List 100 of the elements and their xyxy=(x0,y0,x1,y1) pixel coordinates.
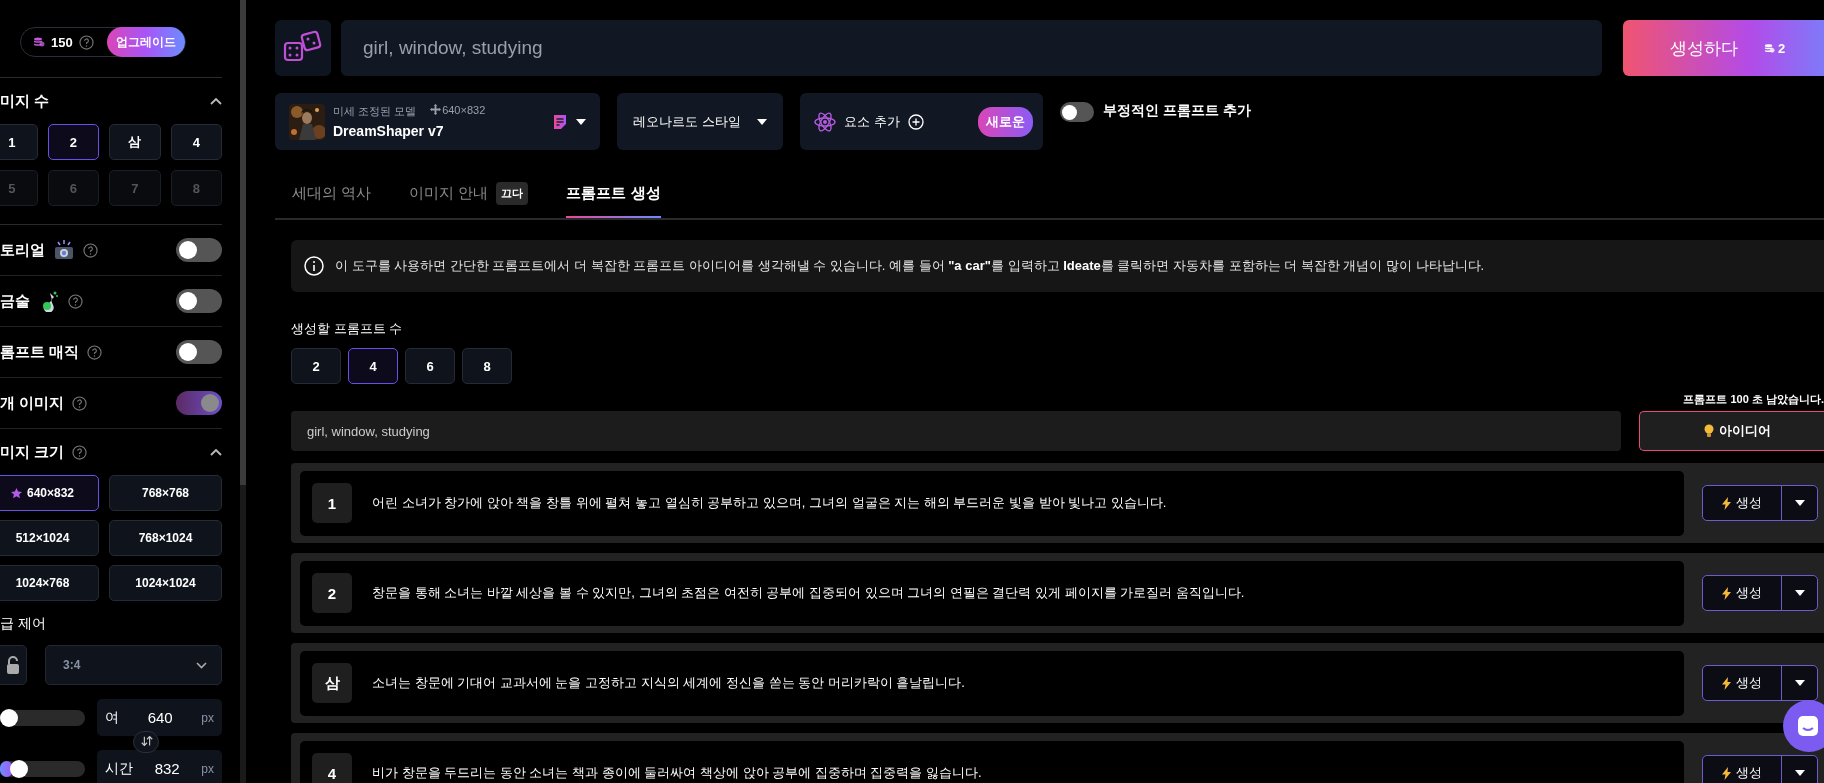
help-icon[interactable] xyxy=(72,395,88,411)
prompt-number: 삼 xyxy=(312,663,352,703)
scrollbar-thumb[interactable] xyxy=(240,0,246,485)
section-title: 미지 크기 xyxy=(0,442,65,462)
ideate-button[interactable]: 아이디어 xyxy=(1639,411,1824,451)
help-icon[interactable] xyxy=(83,242,98,258)
size-option[interactable]: 512×1024 xyxy=(0,520,99,556)
size-option[interactable]: 768×768 xyxy=(109,475,222,511)
prompt-number: 4 xyxy=(312,753,352,783)
setting-label: 개 이미지 xyxy=(0,393,65,413)
chevron-icon xyxy=(196,661,207,669)
new-badge: 새로운 xyxy=(978,106,1033,137)
tab[interactable]: 이미지 안내 끄다 xyxy=(409,171,529,218)
caret-icon xyxy=(1794,590,1805,596)
count-option[interactable]: 4 xyxy=(348,348,398,384)
caret-icon xyxy=(1794,680,1805,686)
field-value: 640 xyxy=(146,709,174,726)
lock-icon xyxy=(6,656,20,674)
count-option[interactable]: 6 xyxy=(405,348,455,384)
move-icon xyxy=(430,104,442,115)
aspect-ratio-select[interactable]: 3:4 xyxy=(45,645,222,685)
bolt-icon xyxy=(1722,586,1731,600)
caret-icon xyxy=(756,118,767,125)
elements-button[interactable]: 요소 추가 새로운 xyxy=(800,93,1043,150)
info-text: 이 도구를 사용하면 간단한 프롬프트에서 더 복잡한 프롬프트 아이디어를 생각해낼 수 있습니다. 예를 들어 "a car"를 입력하고 Ideate를 클릭하면 자동차를 포함하는 더 복잡한 개념이 많이 나타납니다. xyxy=(335,257,1485,275)
help-icon[interactable] xyxy=(87,344,103,360)
help-icon[interactable] xyxy=(78,34,94,50)
dimension-field[interactable]: 시간 832 px xyxy=(97,750,222,783)
prompt-text: 어린 소녀가 창가에 앉아 책을 창틀 위에 펼쳐 놓고 열심히 공부하고 있으며, 그녀의 얼굴은 지는 해의 부드러운 빛을 받아 빛나고 있습니다. xyxy=(372,494,1167,512)
field-label: 여 xyxy=(105,708,119,727)
count-option[interactable]: 8 xyxy=(462,348,512,384)
note-icon[interactable] xyxy=(552,113,568,130)
model-name: DreamShaper v7 xyxy=(333,123,445,139)
style-dropdown[interactable]: 레오나르도 스타일 xyxy=(617,93,783,150)
chat-icon xyxy=(1797,715,1819,737)
chevron-icon[interactable] xyxy=(210,448,222,456)
size-option[interactable]: 1024×768 xyxy=(0,565,99,601)
upgrade-button[interactable]: 업그레이드 xyxy=(107,27,185,57)
toggle-switch[interactable] xyxy=(176,340,222,364)
toggle-switch[interactable] xyxy=(1060,102,1094,122)
help-icon[interactable] xyxy=(68,293,83,309)
model-selector[interactable]: 미세 조정된 모델 640×832 DreamShaper v7 xyxy=(275,93,600,150)
count-option[interactable]: 1 xyxy=(0,124,38,160)
setting-label: 롬프트 매직 xyxy=(0,342,80,362)
elements-label: 요소 추가 xyxy=(844,112,900,131)
toggle-switch[interactable] xyxy=(176,238,222,262)
tab[interactable]: 프롬프트 생성 xyxy=(566,171,661,218)
generate-button[interactable]: 생성하다 2 xyxy=(1623,20,1824,76)
bolt-icon xyxy=(1722,676,1731,690)
unit-label: px xyxy=(201,710,214,725)
prompt-field[interactable]: girl, window, studying xyxy=(341,20,1602,76)
slider[interactable] xyxy=(0,709,85,726)
tab[interactable]: 세대의 역사 xyxy=(292,171,372,218)
caret-icon xyxy=(1794,770,1805,776)
section-title: 급 제어 xyxy=(0,615,46,631)
section-title: 미지 수 xyxy=(0,91,50,111)
dropdown-icon[interactable] xyxy=(576,118,586,125)
prompt-text: 비가 창문을 두드리는 동안 소녀는 책과 종이에 둘러싸여 책상에 앉아 공부에 집중하며 집중력을 잃습니다. xyxy=(372,764,982,782)
field-label: 시간 xyxy=(105,759,133,778)
size-option[interactable]: 1024×1024 xyxy=(109,565,222,601)
prompt-text: 소녀는 창문에 기대어 교과서에 눈을 고정하고 지식의 세계에 정신을 쏟는 동안 머리카락이 흩날립니다. xyxy=(372,674,965,692)
credit-count: 150 xyxy=(51,34,73,50)
bulb-icon xyxy=(1704,424,1714,438)
negative-prompt-label: 부정적인 프롬프트 추가 xyxy=(1103,102,1251,120)
star-icon xyxy=(10,487,22,499)
size-option[interactable]: 640×832 xyxy=(0,475,99,511)
prompt-text: 창문을 통해 소녀는 바깥 세상을 볼 수 있지만, 그녀의 초점은 여전히 공부에 집중되어 있으며 그녀의 연필은 결단력 있게 페이지를 가로질러 움직입니다. xyxy=(372,584,1245,602)
prompt-number: 2 xyxy=(312,573,352,613)
info-icon xyxy=(303,255,325,277)
dice-button[interactable] xyxy=(275,20,331,76)
slider[interactable] xyxy=(0,760,85,777)
coins-icon xyxy=(33,36,45,48)
toggle-switch[interactable] xyxy=(176,391,222,415)
unit-label: px xyxy=(201,761,214,776)
count-option[interactable]: 2 xyxy=(47,124,99,160)
size-option[interactable]: 768×1024 xyxy=(109,520,222,556)
model-size: 640×832 xyxy=(430,104,486,119)
field-value: 832 xyxy=(153,760,181,777)
slider-thumb[interactable] xyxy=(10,759,29,778)
prompt-number: 1 xyxy=(312,483,352,523)
coins-icon xyxy=(1763,42,1775,54)
setting-label: 토리얼 xyxy=(0,240,45,260)
toggle-switch[interactable] xyxy=(176,289,222,313)
dimension-field[interactable]: 여 640 px xyxy=(97,699,222,736)
bolt-icon xyxy=(1722,496,1731,510)
plus-icon xyxy=(907,113,924,130)
remaining-note: 프롬프트 100 초 남았습니다. xyxy=(1683,393,1824,405)
slider-thumb[interactable] xyxy=(0,708,18,727)
swap-icon xyxy=(140,734,154,747)
count-option[interactable]: 삼 xyxy=(109,124,161,160)
atom-icon xyxy=(814,110,836,133)
model-caption: 미세 조정된 모델 xyxy=(333,104,417,119)
idea-field[interactable]: girl, window, studying xyxy=(291,411,1621,451)
count-option[interactable]: 4 xyxy=(170,124,222,160)
chevron-icon[interactable] xyxy=(210,97,222,105)
help-icon[interactable] xyxy=(72,444,88,460)
prompt-count-label: 생성할 프롬프트 수 xyxy=(291,320,404,338)
caret-icon xyxy=(1794,500,1805,506)
camera-icon xyxy=(53,239,75,261)
count-option[interactable]: 2 xyxy=(291,348,341,384)
